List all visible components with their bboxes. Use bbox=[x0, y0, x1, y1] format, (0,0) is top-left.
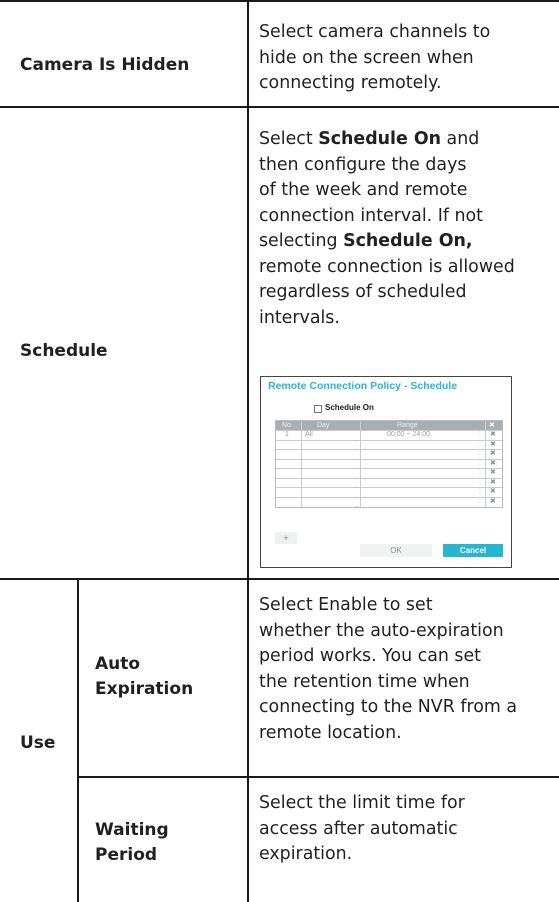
table-row[interactable] bbox=[276, 487, 502, 497]
delete-row-icon[interactable]: ✖ bbox=[490, 450, 496, 458]
ok-button[interactable]: OK bbox=[360, 544, 432, 557]
description-line: Select camera channels to bbox=[259, 22, 491, 42]
range-spinner-icon[interactable]: ⁚ bbox=[479, 498, 481, 506]
day-dropdown-icon[interactable]: _ bbox=[355, 491, 358, 499]
description-line: whether the auto-expiration bbox=[259, 620, 504, 641]
description-line: connecting to the NVR from a bbox=[259, 697, 517, 717]
range-spinner-icon[interactable]: ⁚ bbox=[479, 460, 481, 468]
range-spinner-icon[interactable]: ⁚ bbox=[479, 450, 481, 458]
table-row[interactable] bbox=[276, 496, 502, 507]
description-line: the retention time when bbox=[259, 671, 470, 692]
table-row[interactable]: 1 All 00:00 ~ 24:00 bbox=[276, 430, 502, 440]
label-line: Period bbox=[95, 845, 158, 865]
description-line: connecting remotely. bbox=[259, 73, 442, 93]
range-spinner-icon[interactable]: ⁚ bbox=[479, 441, 481, 449]
row-label-schedule: Schedule bbox=[20, 341, 108, 361]
table-row[interactable] bbox=[276, 458, 502, 469]
cancel-button[interactable]: Cancel bbox=[443, 544, 503, 557]
description-line: intervals. bbox=[259, 307, 340, 328]
column-header-range: Range bbox=[397, 422, 418, 429]
label-line: Waiting bbox=[95, 820, 169, 840]
description-line: Select Enable to set bbox=[259, 595, 433, 615]
description-line: remote connection is allowed bbox=[259, 256, 515, 277]
delete-row-icon[interactable]: ✖ bbox=[490, 460, 496, 468]
column-header-day: Day bbox=[317, 422, 330, 429]
schedule-table: No. Day Range ✖ 1 All 00:00 ~ 24:00 _ _ … bbox=[275, 420, 503, 508]
description-line: then configure the days bbox=[259, 154, 467, 175]
day-dropdown-icon[interactable]: _ bbox=[355, 453, 358, 461]
row-description-schedule: Select Schedule On and then configure th… bbox=[259, 127, 559, 331]
row-range: 00:00 ~ 24:00 bbox=[387, 431, 431, 438]
dialog-title: Remote Connection Policy - Schedule bbox=[268, 380, 458, 392]
description-line: remote location. bbox=[259, 722, 402, 743]
row-description-waiting-period: Select the limit time for access after a… bbox=[259, 791, 559, 868]
description-line: selecting Schedule On, bbox=[259, 231, 473, 251]
row-description-camera-is-hidden: Select camera channels to hide on the sc… bbox=[259, 20, 559, 97]
table-row[interactable] bbox=[276, 468, 502, 478]
column-header-delete: ✖ bbox=[489, 422, 495, 429]
schedule-on-checkbox[interactable] bbox=[314, 405, 322, 413]
row-divider bbox=[77, 776, 559, 778]
description-line: period works. You can set bbox=[259, 646, 481, 666]
range-spinner-icon[interactable]: ⁚ bbox=[479, 469, 481, 477]
day-dropdown-icon[interactable]: _ bbox=[355, 481, 358, 489]
range-spinner-icon[interactable]: ⁚ bbox=[479, 488, 481, 496]
row-label-auto-expiration: Auto Expiration bbox=[95, 652, 193, 702]
table-row[interactable] bbox=[276, 477, 502, 488]
description-line: connection interval. If not bbox=[259, 205, 483, 226]
description-line: expiration. bbox=[259, 844, 353, 864]
delete-row-icon[interactable]: ✖ bbox=[490, 441, 496, 449]
day-dropdown-icon[interactable]: _ bbox=[355, 462, 358, 470]
table-row[interactable] bbox=[276, 439, 502, 450]
description-line: Select Schedule On and bbox=[259, 129, 480, 149]
delete-row-icon[interactable]: ✖ bbox=[490, 431, 496, 439]
row-label-waiting-period: Waiting Period bbox=[95, 818, 169, 868]
delete-row-icon[interactable]: ✖ bbox=[490, 469, 496, 477]
column-divider bbox=[247, 0, 249, 902]
description-line: regardless of scheduled bbox=[259, 282, 467, 302]
row-day: All bbox=[305, 431, 313, 438]
description-line: access after automatic bbox=[259, 818, 458, 839]
add-row-button[interactable]: + bbox=[275, 532, 297, 544]
column-header-no: No. bbox=[282, 422, 293, 429]
table-header: No. Day Range ✖ bbox=[276, 421, 502, 430]
row-divider bbox=[0, 106, 559, 108]
description-line: of the week and remote bbox=[259, 180, 468, 200]
description-line: hide on the screen when bbox=[259, 47, 474, 68]
row-description-auto-expiration: Select Enable to set whether the auto-ex… bbox=[259, 593, 559, 746]
schedule-on-label: Schedule On bbox=[325, 403, 374, 412]
description-line: Select the limit time for bbox=[259, 793, 465, 813]
row-number: 1 bbox=[285, 431, 289, 438]
row-label-camera-is-hidden: Camera Is Hidden bbox=[20, 55, 190, 75]
table-top-border bbox=[0, 0, 559, 2]
row-label-use: Use bbox=[20, 733, 56, 753]
range-spinner-icon[interactable]: ⁚ bbox=[479, 479, 481, 487]
day-dropdown-icon[interactable]: _ bbox=[355, 472, 358, 480]
column-divider bbox=[77, 578, 79, 902]
schedule-dialog-screenshot: Remote Connection Policy - Schedule Sche… bbox=[260, 376, 512, 568]
day-dropdown-icon[interactable]: _ bbox=[355, 500, 358, 508]
range-spinner-icon[interactable]: ⁚ bbox=[479, 431, 481, 439]
delete-row-icon[interactable]: ✖ bbox=[490, 498, 496, 506]
table-row[interactable] bbox=[276, 449, 502, 459]
row-divider bbox=[0, 578, 559, 580]
delete-row-icon[interactable]: ✖ bbox=[490, 479, 496, 487]
day-dropdown-icon[interactable]: _ bbox=[355, 434, 358, 442]
label-line: Auto bbox=[95, 654, 141, 674]
day-dropdown-icon[interactable]: _ bbox=[355, 443, 358, 451]
label-line: Expiration bbox=[95, 679, 194, 699]
delete-row-icon[interactable]: ✖ bbox=[490, 488, 496, 496]
